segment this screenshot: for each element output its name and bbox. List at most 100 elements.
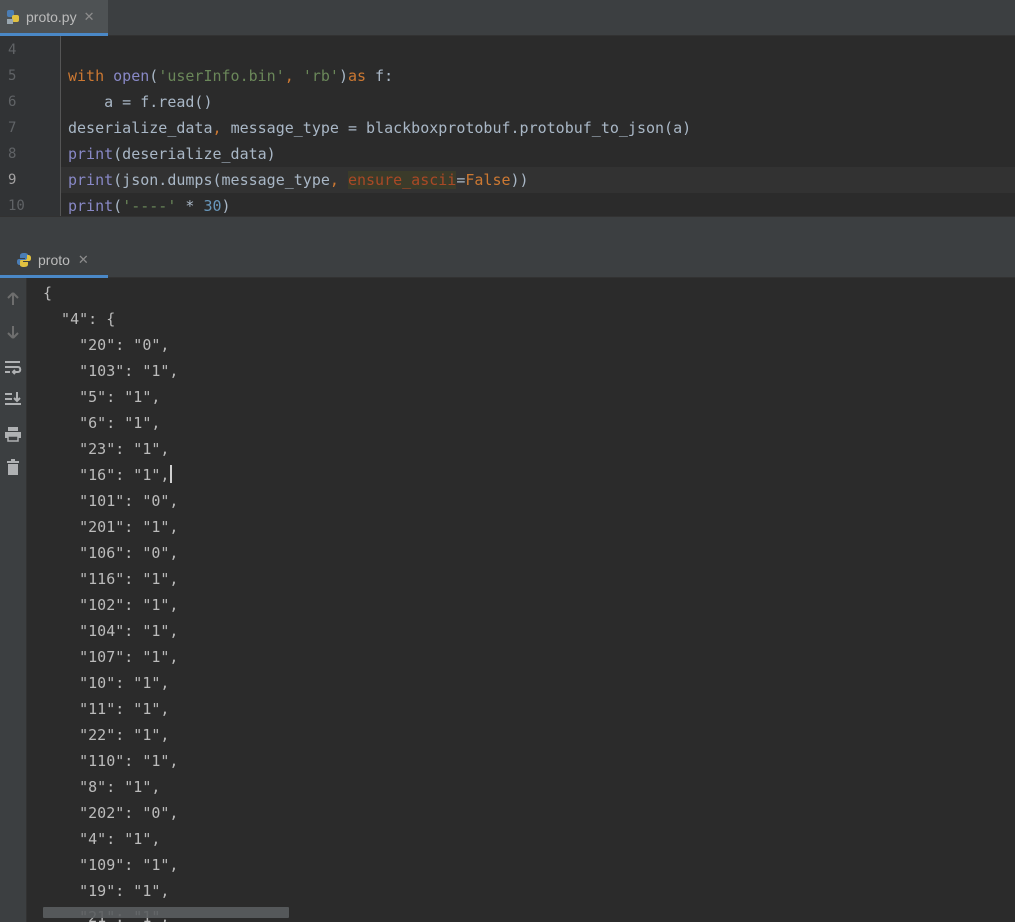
line-number: 6 [8, 94, 17, 110]
console-line: "116": "1", [43, 566, 178, 592]
code-token: ensure_ascii [347, 171, 457, 189]
code-token: print [68, 197, 114, 215]
panel-divider[interactable] [0, 216, 1015, 244]
code-token: 'userInfo.bin' [158, 67, 285, 85]
console-line: "202": "0", [43, 800, 178, 826]
console-line: "5": "1", [43, 384, 160, 410]
tab-run-proto[interactable]: proto ✕ [0, 244, 108, 278]
console-line-text: "107": "1", [43, 648, 179, 666]
editor-tab-bar: proto.py ✕ [0, 0, 1015, 36]
code-token: ( [113, 197, 123, 215]
arrow-up-icon[interactable] [2, 288, 24, 310]
python-file-icon [7, 9, 19, 24]
console-line-text: "11": "1", [43, 700, 170, 718]
console-line: "110": "1", [43, 748, 178, 774]
arrow-down-icon[interactable] [2, 321, 24, 343]
scroll-to-end-icon[interactable] [2, 388, 24, 410]
console-line-text: "106": "0", [43, 544, 179, 562]
console-line-text: { [43, 284, 53, 302]
code-token: as [347, 67, 367, 85]
code-token: (json.dumps(message_type [113, 171, 330, 189]
close-run-tab-icon[interactable]: ✕ [78, 252, 89, 268]
line-number: 5 [8, 68, 17, 84]
console-line-text: "16": "1", [43, 466, 170, 484]
line-number: 10 [8, 198, 25, 214]
console-line-text: "10": "1", [43, 674, 170, 692]
code-token: )) [510, 171, 529, 189]
console-line: "107": "1", [43, 644, 178, 670]
console-line: "4": "1", [43, 826, 160, 852]
code-token: with [68, 67, 114, 85]
code-line[interactable]: print(deserialize_data) [68, 141, 1015, 167]
console-line-text: "4": "1", [43, 830, 161, 848]
console-line-text: "23": "1", [43, 440, 170, 458]
console-line: "101": "0", [43, 488, 178, 514]
console-line-text: "102": "1", [43, 596, 179, 614]
code-token: print [68, 145, 114, 163]
console-line-text: "4": { [43, 310, 116, 328]
code-token: message_type = blackboxprotobuf.protobuf… [230, 119, 692, 137]
code-token: , [329, 171, 348, 189]
trash-icon[interactable] [2, 456, 24, 478]
horizontal-scrollbar[interactable] [43, 907, 289, 918]
line-number: 7 [8, 120, 17, 136]
console-line-text: "20": "0", [43, 336, 170, 354]
console-line: "102": "1", [43, 592, 178, 618]
console-line-text: "116": "1", [43, 570, 179, 588]
console-line: "19": "1", [43, 878, 169, 904]
code-token: 'rb' [302, 67, 339, 85]
console-line-text: "8": "1", [43, 778, 161, 796]
code-line[interactable]: a = f.read() [68, 89, 1015, 115]
console-line: "23": "1", [43, 436, 169, 462]
line-number: 8 [8, 146, 17, 162]
close-tab-icon[interactable]: ✕ [84, 9, 95, 25]
console-line-text: "201": "1", [43, 518, 179, 536]
code-editor[interactable]: 4 5 6 7 8 9 10 with open('userInfo.bin', 'rb')… [0, 36, 1015, 216]
code-token: print [68, 171, 114, 189]
code-token: (deserialize_data) [113, 145, 276, 163]
code-area[interactable]: with open('userInfo.bin', 'rb')as f: a =… [61, 36, 1015, 216]
console-line-text: "19": "1", [43, 882, 170, 900]
code-line[interactable]: print('----' * 30) [68, 193, 1015, 216]
line-number: 9 [8, 172, 17, 188]
code-token: , [212, 119, 231, 137]
code-token: ) [338, 67, 348, 85]
code-token: ) [221, 197, 231, 215]
code-token: * [176, 197, 204, 215]
console-line-text: "110": "1", [43, 752, 179, 770]
text-caret [170, 465, 173, 483]
console-line: "6": "1", [43, 410, 160, 436]
code-token: '----' [122, 197, 177, 215]
console-line: "201": "1", [43, 514, 178, 540]
code-token: , [284, 67, 303, 85]
code-line[interactable] [68, 37, 1015, 63]
console-line-text: "202": "0", [43, 804, 179, 822]
console-line: "103": "1", [43, 358, 178, 384]
run-tool-window-header: proto ✕ [0, 244, 1015, 278]
console-line: "20": "0", [43, 332, 169, 358]
console-line: "104": "1", [43, 618, 178, 644]
code-line[interactable]: deserialize_data, message_type = blackbo… [68, 115, 1015, 141]
console-line-text: "109": "1", [43, 856, 179, 874]
console-line-text: "6": "1", [43, 414, 161, 432]
console-line-text: "103": "1", [43, 362, 179, 380]
console-line: "109": "1", [43, 852, 178, 878]
tab-label: proto.py [26, 8, 77, 25]
console-line-text: "101": "0", [43, 492, 179, 510]
console-line: "22": "1", [43, 722, 169, 748]
code-token: open [113, 67, 150, 85]
console-line-text: "22": "1", [43, 726, 170, 744]
line-number-gutter: 4 5 6 7 8 9 10 [0, 36, 61, 216]
tab-proto-py[interactable]: proto.py ✕ [0, 0, 108, 36]
soft-wrap-icon[interactable] [2, 356, 24, 378]
code-line[interactable]: with open('userInfo.bin', 'rb')as f: [68, 63, 1015, 89]
console-line-text: "104": "1", [43, 622, 179, 640]
code-token: f: [366, 67, 394, 85]
console-output[interactable]: { "4": { "20": "0", "103": "1", "5": "1"… [27, 278, 1015, 922]
console-line: "16": "1", [43, 462, 173, 488]
console-toolbar [0, 278, 27, 922]
code-line[interactable]: print(json.dumps(message_type, ensure_as… [61, 167, 1015, 193]
print-icon[interactable] [2, 423, 24, 445]
console-line: { [43, 280, 52, 306]
run-tab-label: proto [38, 251, 70, 268]
